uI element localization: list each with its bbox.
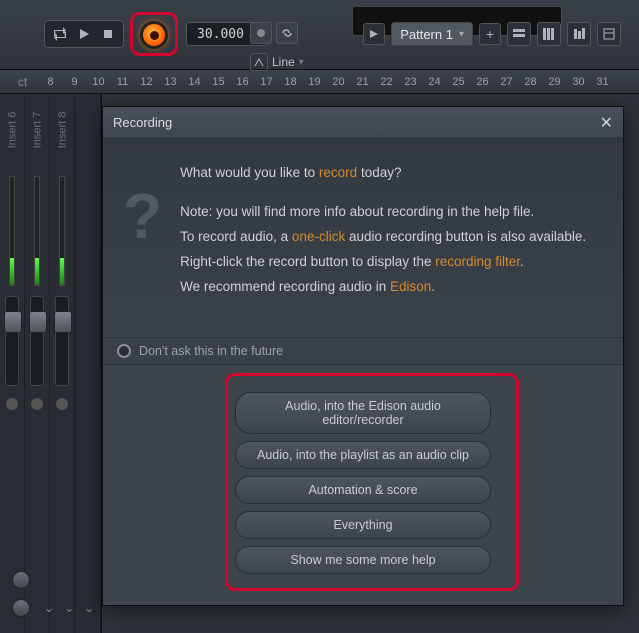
timeline-ruler[interactable]: ct 8 9 10 11 12 13 14 15 16 17 18 19 20 … [0, 70, 639, 94]
snap-icon[interactable] [250, 53, 268, 71]
record-button[interactable] [140, 21, 168, 49]
ruler-tick: 26 [472, 76, 493, 88]
ruler-tick: 14 [184, 76, 205, 88]
ruler-tick: 23 [400, 76, 421, 88]
mixer-strip[interactable]: Insert 6 [0, 94, 25, 633]
close-icon[interactable]: ✕ [600, 113, 613, 133]
ruler-tick: 19 [304, 76, 325, 88]
volume-fader[interactable] [30, 296, 44, 386]
pan-knob[interactable] [31, 398, 43, 410]
question-icon: ? [123, 157, 162, 329]
tempo-value: 30.000 [197, 27, 244, 42]
ruler-tick: 11 [112, 76, 133, 88]
dialog-title: Recording [113, 115, 172, 130]
ruler-tick: 8 [40, 76, 61, 88]
level-meter [59, 176, 65, 286]
record-link[interactable]: record [319, 165, 357, 180]
mixer-strip[interactable]: Insert 8 [50, 94, 75, 633]
volume-fader[interactable] [5, 296, 19, 386]
edison-link[interactable]: Edison [390, 279, 431, 294]
stop-button[interactable] [97, 23, 119, 45]
dialog-text: What would you like to record today? Not… [180, 161, 586, 329]
ruler-tick: 15 [208, 76, 229, 88]
level-meter [34, 176, 40, 286]
recording-filter-link[interactable]: recording filter [435, 254, 520, 269]
browser-window-icon[interactable] [597, 22, 621, 46]
level-meter [9, 176, 15, 286]
dont-ask-row[interactable]: Don't ask this in the future [103, 337, 623, 365]
ruler-tick: 28 [520, 76, 541, 88]
mixer-panel: Insert 6 Insert 7 Insert 8 ⌄ ⌄ ⌄ [0, 94, 102, 633]
volume-fader[interactable] [55, 296, 69, 386]
link-icon[interactable] [276, 22, 298, 44]
dont-ask-label: Don't ask this in the future [139, 344, 283, 358]
extra-knob[interactable] [12, 571, 30, 589]
chevron-down-icon[interactable]: ⌄ [84, 601, 94, 615]
ruler-tick: 17 [256, 76, 277, 88]
strip-label: Insert 7 [31, 112, 43, 149]
pan-knob[interactable] [6, 398, 18, 410]
strip-label: Insert 8 [56, 112, 68, 149]
pan-knob[interactable] [56, 398, 68, 410]
mixer-window-icon[interactable] [567, 22, 591, 46]
pattern-label: Pattern 1 [400, 27, 453, 42]
ruler-tick: 9 [64, 76, 85, 88]
radio-icon[interactable] [117, 344, 131, 358]
ruler-tick: 13 [160, 76, 181, 88]
playlist-window-icon[interactable] [507, 22, 531, 46]
ruler-tick: 22 [376, 76, 397, 88]
chevron-down-icon[interactable]: ⌄ [64, 601, 74, 615]
strip-label: Insert 6 [6, 112, 18, 149]
piano-roll-window-icon[interactable] [537, 22, 561, 46]
swing-knob[interactable] [250, 22, 272, 44]
annotation-highlight-options [225, 373, 519, 591]
ruler-tick: 30 [568, 76, 589, 88]
ruler-tick: 16 [232, 76, 253, 88]
ruler-tick: 12 [136, 76, 157, 88]
snap-mode-label: Line [272, 55, 295, 69]
pattern-play-button[interactable] [363, 23, 385, 45]
ruler-tick: 10 [88, 76, 109, 88]
ruler-tick: 20 [328, 76, 349, 88]
ruler-tick: 27 [496, 76, 517, 88]
ruler-tick: 21 [352, 76, 373, 88]
one-click-link[interactable]: one-click [292, 229, 345, 244]
extra-knob[interactable] [12, 599, 30, 617]
recording-dialog: Recording ✕ ? What would you like to rec… [102, 106, 624, 606]
mixer-strip[interactable] [75, 94, 101, 633]
play-button[interactable] [73, 23, 95, 45]
dialog-titlebar[interactable]: Recording ✕ [103, 107, 623, 139]
ruler-tick: 31 [592, 76, 613, 88]
loop-button[interactable] [49, 23, 71, 45]
pattern-add-button[interactable]: + [479, 23, 501, 45]
ruler-tick: 25 [448, 76, 469, 88]
ruler-tick: 18 [280, 76, 301, 88]
mixer-strip[interactable]: Insert 7 [25, 94, 50, 633]
pattern-selector[interactable]: Pattern 1 ▾ [391, 22, 473, 46]
ruler-tick: 24 [424, 76, 445, 88]
chevron-down-icon[interactable]: ⌄ [44, 601, 54, 615]
ruler-tick: 29 [544, 76, 565, 88]
